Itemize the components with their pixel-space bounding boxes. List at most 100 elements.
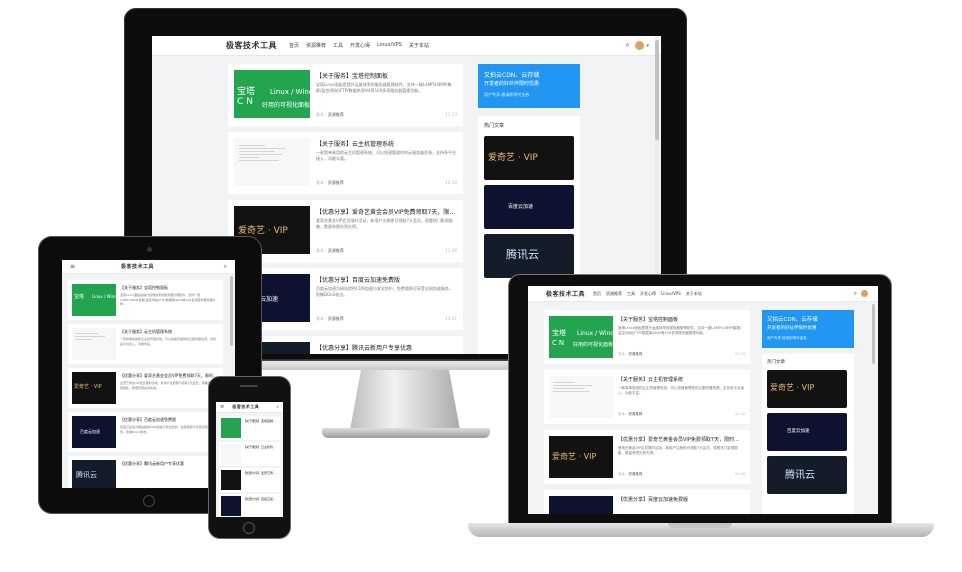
post-card[interactable]: 百度云加速 【优惠分享】百度云加速免费版 百度云加速为网站提供CDN加速与安全防… bbox=[68, 412, 223, 452]
menu-icon[interactable]: ≡ bbox=[70, 263, 75, 270]
post-card[interactable]: 爱奇艺 · VIP 【优惠分享】爱奇艺黄金会员VIP免费领取7天，限时抢购中 爱… bbox=[228, 200, 463, 262]
tablet-camera bbox=[147, 247, 152, 252]
post-title[interactable]: 【优惠分享】百度云加速免费版 bbox=[316, 275, 456, 284]
menu-icon[interactable]: ≡ bbox=[220, 404, 224, 410]
search-icon[interactable]: ⌕ bbox=[854, 290, 857, 298]
avatar[interactable] bbox=[635, 41, 645, 50]
post-title[interactable]: 【关于服务】云主机管理系统 bbox=[316, 139, 456, 148]
scrollbar-thumb[interactable] bbox=[872, 304, 875, 364]
post-meta: 苏木 · 资源推荐 bbox=[618, 472, 643, 476]
post-card[interactable]: 腾讯云 【优惠分享】腾讯云新用户专享优惠 bbox=[68, 456, 223, 488]
widget-title: 热门文章 bbox=[484, 123, 505, 129]
post-card[interactable]: 爱奇艺 · VIP 【优惠分享】爱奇艺黄金会员VIP免费领取7天，限时抢购中 爱… bbox=[544, 430, 750, 484]
post-meta: 苏木 · 资源推荐 bbox=[316, 316, 344, 321]
post-thumbnail[interactable]: 爱奇艺 · VIP bbox=[549, 436, 613, 478]
post-meta: 苏木 · 资源推荐 bbox=[316, 180, 344, 185]
search-icon[interactable]: ⌕ bbox=[626, 41, 630, 50]
post-title[interactable]: 【优惠分享】爱奇艺黄金会员VIP免费领取7天，限时抢购中 bbox=[316, 207, 456, 216]
post-thumbnail[interactable]: 爱奇艺 · VIP bbox=[72, 372, 116, 404]
nav-item-about[interactable]: 关于本站 bbox=[409, 42, 429, 49]
post-excerpt: 宝塔Linux面板是提升运维效率的服务器管理软件，支持一键LAMP/LNMP/集… bbox=[316, 82, 452, 94]
promo-banner[interactable]: 又拍云CDN、云存储 开发者的好伙伴限时优惠 用户专享·邀请即得代金券 bbox=[762, 310, 854, 348]
post-card[interactable]: 【优惠分享】爱奇艺黄金会员VIP免费领取7天，限时抢购中 bbox=[219, 468, 280, 492]
post-date: 12-06 bbox=[445, 248, 457, 253]
phone-navbar: ≡ 极客技术工具 ⌕ bbox=[216, 402, 283, 413]
laptop-navbar: 极客技术工具 首页 资源推荐 工具 开发心得 Linux/VPS 关于本站 ⌕ bbox=[528, 286, 878, 302]
site-logo[interactable]: 极客技术工具 bbox=[546, 289, 585, 298]
post-author[interactable]: 苏木 bbox=[316, 112, 324, 117]
search-icon[interactable]: ⌕ bbox=[224, 263, 227, 271]
post-card[interactable]: 宝塔 CN Linux / Windows 好用的可视化面板 【关于服务】宝塔控… bbox=[228, 64, 463, 126]
post-date: 12-13 bbox=[734, 352, 745, 356]
post-date: 12-13 bbox=[445, 112, 457, 117]
post-card[interactable]: 【关于服务】云主机管理系统 一款简单易用的云主机管理系统，可以快速管理你的云服务… bbox=[544, 370, 750, 424]
post-thumbnail[interactable]: 百度云加速 bbox=[72, 416, 116, 448]
post-thumbnail[interactable] bbox=[221, 418, 241, 438]
phone-speaker bbox=[240, 385, 258, 387]
post-thumbnail[interactable]: 腾讯云 bbox=[72, 460, 116, 488]
post-card[interactable]: 【优惠分享】腾讯云新用户专享优惠 bbox=[228, 336, 463, 354]
scrollbar-thumb[interactable] bbox=[655, 40, 659, 140]
post-excerpt: 百度云加速为网站提供CDN加速与安全防护，免费版即可享受全网加速服务，防御DDo… bbox=[316, 286, 453, 298]
avatar[interactable] bbox=[861, 290, 868, 297]
nav-item-linux[interactable]: Linux/VPS bbox=[377, 42, 402, 49]
hot-post-image[interactable]: 百度云加速 bbox=[767, 413, 847, 451]
post-meta: 苏木 · 资源推荐 bbox=[316, 248, 344, 253]
post-thumbnail[interactable]: 宝塔 CN Linux / Windows 好用的可视化面板 bbox=[234, 70, 310, 118]
chevron-down-icon[interactable]: ▾ bbox=[646, 43, 649, 49]
tablet-home-button bbox=[143, 495, 155, 507]
tablet-navbar: ≡ 极客技术工具 ⌕ bbox=[62, 260, 235, 274]
nav-item-tools[interactable]: 工具 bbox=[333, 42, 343, 49]
desktop-navbar: 极客技术工具 首页 资源推荐 工具 开发心得 Linux/VPS 关于本站 ⌕ … bbox=[152, 36, 661, 56]
hot-post-image[interactable]: 爱奇艺 · VIP bbox=[767, 370, 847, 408]
post-thumbnail[interactable] bbox=[549, 376, 613, 418]
post-category[interactable]: 资源推荐 bbox=[328, 112, 344, 117]
hot-post-image[interactable]: 腾讯云 bbox=[484, 234, 574, 278]
post-card[interactable]: 百度云加速 【优惠分享】百度云加速免费版 百度云加速为网站提供CDN加速与安全防… bbox=[228, 268, 463, 330]
post-card[interactable]: 【关于服务】云主机管理系统 一款简单易用的云主机管理系统，可以快速管理你的云服务… bbox=[228, 132, 463, 194]
phone-screen: ≡ 极客技术工具 ⌕ 【关于服务】宝塔控制面板 【关于服务】云主机管理系统 【优… bbox=[216, 402, 283, 517]
post-date: 12-10 bbox=[445, 180, 457, 185]
hot-post-image[interactable]: 腾讯云 bbox=[767, 456, 847, 494]
site-logo[interactable]: 极客技术工具 bbox=[226, 40, 277, 51]
promo-banner[interactable]: 又拍云CDN、云存储 开发者的好伙伴限时优惠 用户专享·邀请即得代金券 bbox=[478, 64, 580, 108]
post-thumbnail[interactable]: 宝塔 Linux / Windows bbox=[72, 284, 116, 316]
post-title[interactable]: 【关于服务】宝塔控制面板 bbox=[316, 71, 456, 80]
post-card[interactable]: 【关于服务】宝塔控制面板 bbox=[219, 416, 280, 440]
nav-item-dev[interactable]: 开发心得 bbox=[350, 42, 370, 49]
post-thumbnail[interactable] bbox=[72, 328, 116, 360]
post-thumbnail[interactable]: 宝塔 CN Linux / Windows 好用的可视化面板 bbox=[549, 316, 613, 358]
post-card[interactable]: 宝塔 Linux / Windows 【关于服务】宝塔控制面板 宝塔Linux面… bbox=[68, 280, 223, 320]
search-icon[interactable]: ⌕ bbox=[276, 404, 279, 410]
post-meta: 苏木 · 资源推荐 bbox=[618, 412, 643, 416]
hot-post-image[interactable]: 爱奇艺 · VIP bbox=[484, 136, 574, 180]
post-meta: 苏木 · 资源推荐 bbox=[316, 112, 344, 117]
post-title[interactable]: 【优惠分享】腾讯云新用户专享优惠 bbox=[316, 343, 456, 352]
post-card[interactable]: 爱奇艺 · VIP 【优惠分享】爱奇艺黄金会员VIP免费领取7天，限时抢购中 爱… bbox=[68, 368, 223, 408]
post-meta: 苏木 · 资源推荐 bbox=[618, 352, 643, 356]
post-date: 12-10 bbox=[734, 412, 745, 416]
site-logo[interactable]: 极客技术工具 bbox=[121, 263, 154, 270]
laptop-screen: 极客技术工具 首页 资源推荐 工具 开发心得 Linux/VPS 关于本站 ⌕ … bbox=[528, 286, 878, 514]
laptop-notch bbox=[668, 523, 732, 528]
site-logo[interactable]: 极客技术工具 bbox=[232, 404, 259, 410]
post-thumbnail[interactable] bbox=[549, 496, 613, 514]
post-thumbnail[interactable] bbox=[221, 496, 241, 516]
post-card[interactable]: 【优惠分享】百度云加速免费版 bbox=[544, 490, 750, 514]
post-card[interactable]: 宝塔 CN Linux / Windows 好用的可视化面板 【关于服务】宝塔控… bbox=[544, 310, 750, 364]
widget-title: 热门文章 bbox=[767, 360, 785, 365]
nav-item-resources[interactable]: 资源推荐 bbox=[306, 42, 326, 49]
desktop-stand bbox=[350, 370, 460, 430]
desktop-base bbox=[322, 428, 490, 438]
post-date: 12-06 bbox=[734, 472, 745, 476]
post-thumbnail[interactable] bbox=[234, 138, 310, 186]
post-card[interactable]: 【优惠分享】百度云加速免费版 bbox=[219, 494, 280, 517]
nav-item-home[interactable]: 首页 bbox=[289, 42, 299, 49]
post-card[interactable]: 【关于服务】云主机管理系统 bbox=[219, 442, 280, 466]
post-thumbnail[interactable] bbox=[221, 444, 241, 464]
post-card[interactable]: 【关于服务】云主机管理系统 一款简单易用的云主机管理系统，可以快速管理你的云服务… bbox=[68, 324, 223, 364]
post-thumbnail[interactable] bbox=[221, 470, 241, 490]
hot-post-image[interactable]: 百度云加速 bbox=[484, 185, 574, 229]
scrollbar-thumb[interactable] bbox=[230, 276, 233, 346]
post-date: 12-01 bbox=[445, 316, 457, 321]
